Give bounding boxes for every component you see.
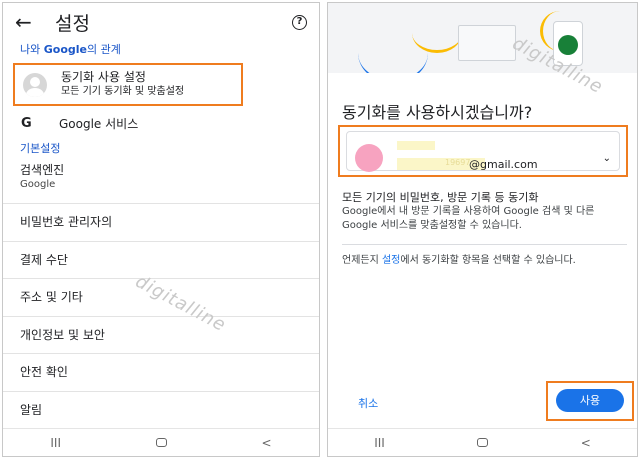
page-title: 설정 [55,12,90,35]
sync-description-heading: 모든 기기의 비밀번호, 방문 기록 등 동기화 [342,191,539,204]
laptop-icon [458,25,516,61]
system-nav-bar: III < [3,428,319,456]
avatar-icon [23,72,47,97]
sync-description-body: Google에서 내 방문 기록을 사용하여 Google 검색 및 다른 Go… [342,206,595,231]
account-selector[interactable]: 19697 @gmail.com ⌄ [338,125,628,177]
google-services-item[interactable]: G Google 서비스 [21,115,138,132]
account-card[interactable]: 19697 @gmail.com ⌄ [346,131,620,172]
chevron-down-icon[interactable]: ⌄ [603,153,611,164]
app-bar: ← 설정 ? [3,3,319,41]
settings-item-password-manager[interactable]: 비밀번호 관리자의 [3,203,319,241]
google-services-label: Google 서비스 [59,117,139,131]
settings-item-notifications[interactable]: 알림 [3,390,319,429]
section-prefix: 나와 [20,43,44,56]
search-engine-value: Google [20,179,56,190]
settings-list: 비밀번호 관리자의 결제 수단 주소 및 기타 개인정보 및 보안 안전 확인 … [3,203,319,428]
turn-on-sync-item[interactable]: 동기화 사용 설정 모든 기기 동기화 및 맞춤설정 [13,63,243,106]
settings-item-payment-methods[interactable]: 결제 수단 [3,240,319,279]
settings-screen: ← 설정 ? 나와 Google의 관계 동기화 사용 설정 모든 기기 동기화… [2,2,320,457]
search-engine-title: 검색엔진 [20,163,65,177]
search-engine-item[interactable]: 검색엔진 Google [20,163,64,192]
back-nav-icon[interactable]: < [581,436,591,450]
settings-note: 언제든지 설정에서 동기화할 항목을 선택할 수 있습니다. [342,254,612,268]
settings-link[interactable]: 설정 [382,255,400,266]
section-header-you-and-google: 나와 Google의 관계 [3,41,319,59]
google-g-icon: G [21,116,32,131]
sync-subtitle: 모든 기기 동기화 및 맞춤설정 [61,86,185,97]
divider [342,244,627,245]
dialog-title: 동기화를 사용하시겠습니까? [342,103,533,122]
account-email: @gmail.com [469,158,538,171]
settings-item-privacy-security[interactable]: 개인정보 및 보안 [3,315,319,354]
account-avatar [355,144,383,172]
note-prefix: 언제든지 [342,255,382,266]
recents-icon[interactable]: III [374,436,385,450]
settings-item-safety-check[interactable]: 안전 확인 [3,353,319,391]
home-icon[interactable] [477,438,489,447]
sync-illustration [328,3,637,73]
system-nav-bar: III < [328,428,637,456]
back-nav-icon[interactable]: < [262,436,272,450]
help-icon[interactable]: ? [292,14,307,30]
section-google: Google [43,43,87,56]
google-dot-icon [558,35,578,55]
section-header-basics: 기본설정 [20,142,61,155]
blurred-name [397,141,435,150]
back-arrow-icon[interactable]: ← [15,10,43,34]
section-suffix: 의 관계 [87,43,121,56]
blurred-email-fragment: 19697 [445,158,471,167]
note-suffix: 에서 동기화할 항목을 선택할 수 있습니다. [400,255,576,266]
home-icon[interactable] [155,438,167,447]
use-button-highlight: 사용 [546,381,634,421]
recents-icon[interactable]: III [50,436,61,450]
cancel-button[interactable]: 취소 [358,395,378,411]
illustration-arc-yellow [412,13,462,53]
sync-text: 동기화 사용 설정 모든 기기 동기화 및 맞춤설정 [61,70,184,99]
sync-title: 동기화 사용 설정 [61,70,146,84]
use-button[interactable]: 사용 [556,389,624,412]
sync-dialog-screen: digitalline 동기화를 사용하시겠습니까? 19697 @gmail.… [327,2,638,457]
